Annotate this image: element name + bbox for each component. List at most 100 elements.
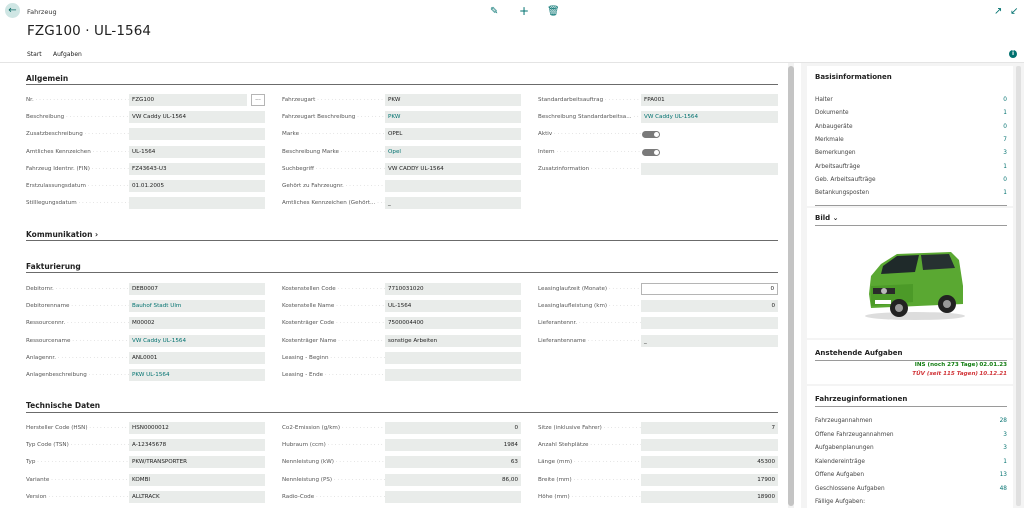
tab-start[interactable]: Start: [27, 51, 42, 58]
field-value[interactable]: 7500004400: [385, 317, 521, 330]
section-allgemein-title[interactable]: Allgemein: [26, 74, 68, 83]
field-value[interactable]: [385, 180, 521, 192]
basis-value[interactable]: 3: [1003, 148, 1007, 158]
back-arrow-icon[interactable]: ←: [5, 3, 20, 18]
field-value[interactable]: VW CADDY UL-1564: [385, 162, 521, 175]
edit-icon[interactable]: ✎: [490, 6, 498, 17]
basis-row[interactable]: Betankungsposten 1: [815, 188, 1007, 198]
basis-value[interactable]: 7: [1003, 135, 1007, 145]
field-value[interactable]: PKW: [385, 94, 521, 106]
tasks-title: Anstehende Aufgaben: [815, 349, 903, 357]
fz-row[interactable]: Fällige Aufgaben:: [815, 497, 1007, 507]
field-value[interactable]: 7: [641, 422, 778, 434]
field-value[interactable]: A-12345678: [129, 439, 265, 452]
basis-value[interactable]: 1: [1003, 188, 1007, 198]
field-value[interactable]: UL-1564: [385, 300, 521, 313]
more-button[interactable]: ...: [251, 94, 265, 106]
field-value[interactable]: KOMBI: [129, 473, 265, 486]
field-value[interactable]: 7710031020: [385, 283, 521, 295]
basis-value[interactable]: 0: [1003, 175, 1007, 185]
field-value[interactable]: 18900: [641, 490, 778, 503]
fz-value[interactable]: 3: [1003, 430, 1007, 440]
field-value[interactable]: [641, 439, 778, 452]
basis-row[interactable]: Halter 0: [815, 95, 1007, 105]
field-value[interactable]: HSN0000012: [129, 422, 265, 434]
fz-row[interactable]: Aufgabenplanungen 3: [815, 443, 1007, 453]
field-value[interactable]: PKW: [385, 111, 521, 124]
delete-icon[interactable]: 🗑: [547, 6, 560, 17]
bild-title[interactable]: Bild ⌄: [815, 214, 838, 222]
field-value[interactable]: OPEL: [385, 128, 521, 141]
basis-row[interactable]: Anbaugeräte 0: [815, 122, 1007, 132]
field-value[interactable]: Bauhof Stadt Ulm: [129, 300, 265, 313]
field-value[interactable]: 1984: [385, 439, 521, 452]
section-fakturierung-title[interactable]: Fakturierung: [26, 262, 81, 271]
field-value[interactable]: 63: [385, 456, 521, 469]
factbox-scrollbar[interactable]: [1016, 66, 1021, 506]
section-kommunikation-title[interactable]: Kommunikation ›: [26, 230, 98, 239]
fz-row[interactable]: Kalendereinträge 1: [815, 457, 1007, 467]
fz-row[interactable]: Fahrzeugannahmen 28: [815, 416, 1007, 426]
field-value[interactable]: 45300: [641, 456, 778, 469]
basis-row[interactable]: Dokumente 1: [815, 108, 1007, 118]
field-value[interactable]: ALLTRACK: [129, 490, 265, 503]
fz-row[interactable]: Offene Aufgaben 13: [815, 470, 1007, 480]
field-value[interactable]: _: [641, 334, 778, 347]
basis-value[interactable]: 1: [1003, 108, 1007, 118]
field-value[interactable]: UL-1564: [129, 145, 265, 158]
basis-row[interactable]: Bemerkungen 3: [815, 148, 1007, 158]
field-value[interactable]: VW Caddy UL-1564: [129, 111, 265, 124]
field-value[interactable]: 0: [641, 300, 778, 313]
toggle-switch[interactable]: [642, 148, 660, 156]
field-value[interactable]: PKW UL-1564: [129, 369, 265, 381]
fz-value[interactable]: 1: [1003, 457, 1007, 467]
field-value[interactable]: DEB0007: [129, 283, 265, 295]
field-value[interactable]: [129, 197, 265, 210]
plus-icon[interactable]: +: [519, 4, 529, 18]
field-value[interactable]: VW Caddy UL-1564: [129, 334, 265, 347]
field-value[interactable]: M00002: [129, 317, 265, 330]
section-technische-title[interactable]: Technische Daten: [26, 401, 100, 410]
field-value[interactable]: [385, 369, 521, 381]
field-value[interactable]: sonstige Arbeiten: [385, 334, 521, 347]
field-value[interactable]: VW Caddy UL-1564: [641, 111, 778, 124]
field-value[interactable]: FPA001: [641, 94, 778, 106]
field-value[interactable]: [641, 162, 778, 175]
basis-value[interactable]: 1: [1003, 162, 1007, 172]
task-text[interactable]: TÜV (seit 115 Tagen): [912, 371, 978, 377]
field-value[interactable]: [641, 317, 778, 330]
field-value[interactable]: 01.01.2005: [129, 180, 265, 192]
field-value[interactable]: FZ43643-U3: [129, 162, 265, 175]
field-value[interactable]: _: [385, 197, 521, 210]
field-value[interactable]: [385, 490, 521, 503]
field-value[interactable]: FZG100: [129, 94, 247, 106]
field-value[interactable]: 17900: [641, 473, 778, 486]
fz-row[interactable]: Geschlossene Aufgaben 48: [815, 484, 1007, 494]
info-icon[interactable]: i: [1009, 50, 1017, 58]
open-new-icon[interactable]: ↗: [994, 6, 1002, 17]
basis-value[interactable]: 0: [1003, 122, 1007, 132]
field-value[interactable]: 0: [641, 283, 778, 295]
field-value[interactable]: [385, 351, 521, 364]
fz-row[interactable]: Offene Fahrzeugannahmen 3: [815, 430, 1007, 440]
collapse-icon[interactable]: ↙: [1010, 6, 1018, 17]
field-value[interactable]: 86,00: [385, 473, 521, 486]
field-value[interactable]: [129, 128, 265, 141]
field-value[interactable]: PKW/TRANSPORTER: [129, 456, 265, 469]
basis-row[interactable]: Merkmale 7: [815, 135, 1007, 145]
main-scrollbar-thumb[interactable]: [788, 66, 794, 506]
field-label: Kostenstellen Code: [282, 284, 386, 294]
field-value[interactable]: ANL0001: [129, 351, 265, 364]
basis-row[interactable]: Arbeitsaufträge 1: [815, 162, 1007, 172]
fz-value[interactable]: 28: [1000, 416, 1007, 426]
field-value[interactable]: 0: [385, 422, 521, 434]
task-text[interactable]: INS (noch 273 Tage): [915, 362, 978, 368]
fz-value[interactable]: 3: [1003, 443, 1007, 453]
fz-value[interactable]: 13: [1000, 470, 1007, 480]
toggle-switch[interactable]: [642, 131, 660, 139]
field-value[interactable]: Opel: [385, 145, 521, 158]
fz-value[interactable]: 48: [1000, 484, 1007, 494]
basis-value[interactable]: 0: [1003, 95, 1007, 105]
tab-aufgaben[interactable]: Aufgaben: [53, 51, 82, 58]
basis-row[interactable]: Geb. Arbeitsaufträge 0: [815, 175, 1007, 185]
